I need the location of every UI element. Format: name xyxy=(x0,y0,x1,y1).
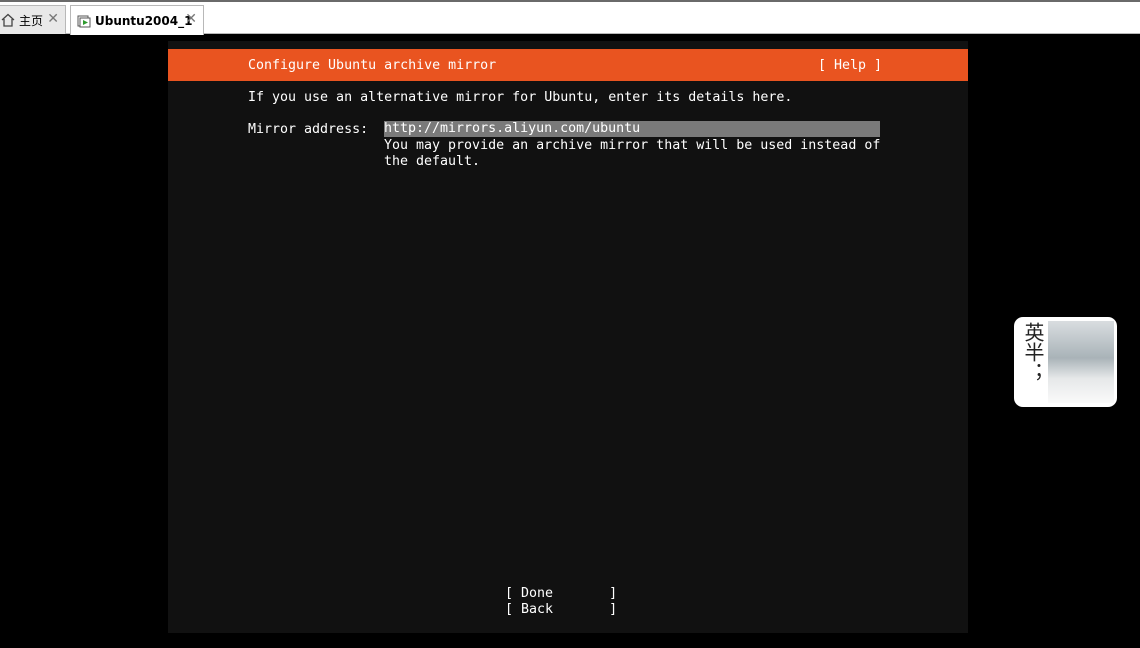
tab-ubuntu2004-close-icon[interactable]: ✕ xyxy=(185,11,197,27)
help-button[interactable]: [ Help ] xyxy=(818,58,882,74)
installer-panel: Configure Ubuntu archive mirror [ Help ]… xyxy=(168,41,968,633)
done-button[interactable]: [ Done ] xyxy=(505,586,617,602)
tab-ubuntu2004[interactable]: Ubuntu2004_1 ✕ xyxy=(70,5,204,35)
home-icon xyxy=(1,13,15,27)
intro-text: If you use an alternative mirror for Ubu… xyxy=(248,90,793,105)
widget-text: 英半； xyxy=(1021,322,1045,382)
mirror-address-label: Mirror address: xyxy=(248,122,369,137)
landscape-painting-icon xyxy=(1048,321,1114,403)
tab-home[interactable]: 主页 ✕ xyxy=(0,5,66,34)
tab-home-close-icon[interactable]: ✕ xyxy=(47,11,59,27)
back-button[interactable]: [ Back ] xyxy=(505,602,617,618)
page-title: Configure Ubuntu archive mirror xyxy=(248,58,497,73)
vm-icon xyxy=(77,14,91,28)
installer-header: Configure Ubuntu archive mirror [ Help ] xyxy=(168,49,968,81)
tab-home-label: 主页 xyxy=(19,13,44,28)
mirror-address-input[interactable] xyxy=(384,121,880,137)
floating-widget[interactable]: 英半； xyxy=(1014,317,1117,407)
vm-tab-bar: 主页 ✕ Ubuntu2004_1 ✕ xyxy=(0,0,1140,35)
mirror-help-text: You may provide an archive mirror that w… xyxy=(384,138,881,169)
tab-bar-top-border xyxy=(0,0,1140,2)
tab-ubuntu2004-label: Ubuntu2004_1 xyxy=(95,13,193,28)
